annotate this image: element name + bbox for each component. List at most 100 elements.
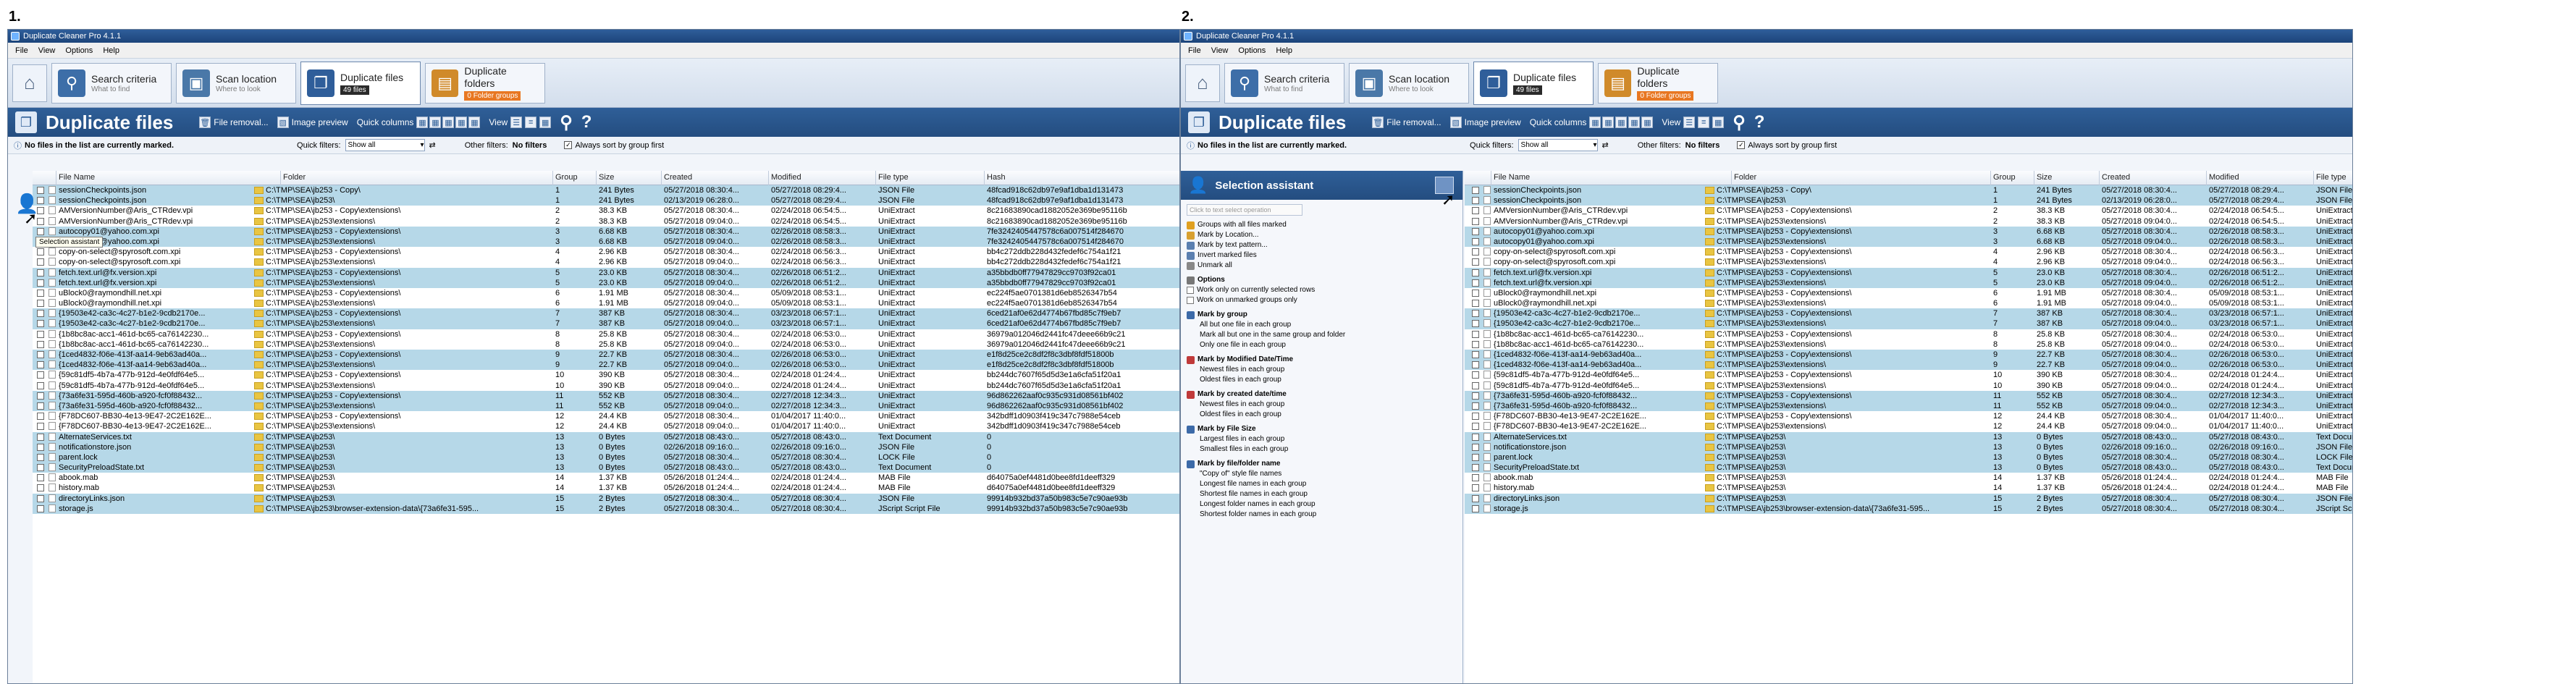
table-row[interactable]: {1ced4832-f06e-413f-aa14-9eb63ad40a... C:… <box>33 350 1179 360</box>
table-row[interactable]: directoryLinks.json C:\TMP\SEA\jb253\ 15 2 … <box>1465 493 2352 504</box>
table-row[interactable]: {1b8bc8ac-acc1-461d-bc65-ca76142230... C:… <box>1465 329 2352 339</box>
list-view-icon[interactable]: ≡ <box>1698 117 1710 128</box>
help-icon[interactable]: ? <box>581 112 592 132</box>
table-row[interactable]: {1ced4832-f06e-413f-aa14-9eb63ad40a... C:… <box>1465 350 2352 360</box>
table-row[interactable]: uBlock0@raymondhill.net.xpi C:\TMP\SEA\jb… <box>1465 287 2352 299</box>
table-row[interactable]: {19503e42-ca3c-4c27-b1e2-9cdb2170e... C:\… <box>1465 308 2352 319</box>
column-preset-5-icon[interactable]: ▦ <box>1641 117 1654 128</box>
details-view-icon[interactable]: ☰ <box>510 117 523 128</box>
operation-search-input[interactable]: Click to text select operation <box>1187 204 1302 216</box>
row-checkbox[interactable] <box>37 279 44 287</box>
row-checkbox[interactable] <box>1472 392 1479 400</box>
row-checkbox[interactable] <box>1472 258 1479 266</box>
row-checkbox[interactable] <box>1472 289 1479 297</box>
search-icon[interactable]: ⚲ <box>560 112 573 133</box>
row-checkbox[interactable] <box>1472 494 1479 502</box>
column-preset-2-icon[interactable]: ▦ <box>1602 117 1615 128</box>
row-checkbox[interactable] <box>1472 237 1479 245</box>
row-checkbox[interactable] <box>37 402 44 410</box>
column-preset-1-icon[interactable]: ▦ <box>1589 117 1601 128</box>
table-row[interactable]: autocopy01@yahoo.com.xpi C:\TMP\SEA\jb253… <box>1465 236 2352 248</box>
row-checkbox[interactable] <box>37 269 44 276</box>
table-row[interactable]: history.mab C:\TMP\SEA\jb253\ 14 1.37 KB 05/… <box>1465 483 2352 494</box>
row-checkbox[interactable] <box>37 289 44 297</box>
option-unmark-all[interactable]: Unmark all <box>1187 261 1457 271</box>
table-row[interactable]: AMVersionNumber@Aris_CTRdev.vpi C:\TMP\SE… <box>33 206 1179 216</box>
menu-options[interactable]: Options <box>65 46 93 55</box>
table-row[interactable]: parent.lock C:\TMP\SEA\jb253\ 13 0 Bytes 05/… <box>1465 452 2352 463</box>
table-row[interactable]: fetch.text.url@fx.version.xpi C:\TMP\SEA\… <box>33 277 1179 288</box>
table-row[interactable]: storage.js C:\TMP\SEA\jb253\browser-exten… <box>33 503 1179 514</box>
row-checkbox[interactable] <box>1472 402 1479 410</box>
table-row[interactable]: {59c81df5-4b7a-477b-912d-4e0fdf64e5... C:… <box>33 380 1179 391</box>
col-group-header[interactable]: Group <box>1993 173 2016 182</box>
row-checkbox[interactable] <box>1472 484 1479 492</box>
option-longest-folder-names-in-each-group[interactable]: Longest folder names in each group <box>1187 499 1457 510</box>
table-row[interactable]: {19503e42-ca3c-4c27-b1e2-9cdb2170e... C:\… <box>33 318 1179 329</box>
column-separator[interactable] <box>875 171 876 185</box>
table-row[interactable]: {73a6fe31-595d-460b-a920-fcf0f88432... C:… <box>33 390 1179 401</box>
column-preset-1-icon[interactable]: ▦ <box>416 117 429 128</box>
col-file-name-header[interactable]: File Name <box>1494 173 1530 182</box>
row-checkbox[interactable] <box>37 453 44 461</box>
table-row[interactable]: copy-on-select@spyrosoft.com.xpi C:\TMP\S… <box>1465 247 2352 258</box>
table-row[interactable]: fetch.text.url@fx.version.xpi C:\TMP\SEA\… <box>1465 267 2352 278</box>
row-checkbox[interactable] <box>1472 443 1479 451</box>
menu-file[interactable]: File <box>1188 46 1201 55</box>
quick-filters-select[interactable]: Show all ▾ <box>345 139 425 151</box>
row-checkbox[interactable] <box>37 423 44 431</box>
table-row[interactable]: {19503e42-ca3c-4c27-b1e2-9cdb2170e... C:\… <box>33 308 1179 319</box>
option-all-but-one-file-in-each-group[interactable]: All but one file in each group <box>1187 320 1457 330</box>
option-oldest-files-in-each-group[interactable]: Oldest files in each group <box>1187 410 1457 420</box>
option-smallest-files-in-each-group[interactable]: Smallest files in each group <box>1187 444 1457 455</box>
row-checkbox[interactable] <box>37 351 44 358</box>
column-preset-3-icon[interactable]: ▦ <box>442 117 455 128</box>
row-checkbox[interactable] <box>37 464 44 472</box>
row-checkbox[interactable] <box>1472 423 1479 431</box>
table-row[interactable]: AlternateServices.txt C:\TMP\SEA\jb253\ 13… <box>1465 431 2352 442</box>
table-row[interactable]: uBlock0@raymondhill.net.xpi C:\TMP\SEA\jb… <box>33 287 1179 299</box>
col-size-header[interactable]: Size <box>599 173 614 182</box>
table-row[interactable]: {73a6fe31-595d-460b-a920-fcf0f88432... C:… <box>1465 390 2352 401</box>
option-invert-marked-files[interactable]: Invert marked files <box>1187 250 1457 261</box>
row-checkbox[interactable] <box>1472 248 1479 256</box>
option-mark-by-text-pattern[interactable]: Mark by text pattern... <box>1187 240 1457 250</box>
table-row[interactable]: AlternateServices.txt C:\TMP\SEA\jb253\ 13… <box>33 431 1179 442</box>
row-checkbox[interactable] <box>1472 433 1479 441</box>
table-row[interactable]: {73a6fe31-595d-460b-a920-fcf0f88432... C:… <box>1465 400 2352 412</box>
filter-refresh-icon[interactable]: ⇄ <box>429 140 436 150</box>
help-icon[interactable]: ? <box>1754 112 1765 132</box>
results-grid[interactable]: File Name Folder Group Size Created Modified F… <box>33 171 1179 683</box>
tab-scan-location[interactable]: ▣ Scan location Where to look <box>1349 62 1469 104</box>
row-checkbox[interactable] <box>37 310 44 318</box>
col-folder-header[interactable]: Folder <box>1734 173 1756 182</box>
column-preset-5-icon[interactable]: ▦ <box>468 117 481 128</box>
option-groups-with-all-files-marked[interactable]: Groups with all files marked <box>1187 220 1457 230</box>
col-hash-header[interactable]: Hash <box>987 173 1006 182</box>
row-checkbox[interactable] <box>37 381 44 389</box>
table-row[interactable]: sessionCheckpoints.json C:\TMP\SEA\jb253\… <box>33 195 1179 206</box>
column-separator[interactable] <box>2099 171 2100 185</box>
row-checkbox[interactable] <box>1472 207 1479 215</box>
row-checkbox[interactable] <box>1472 381 1479 389</box>
row-checkbox[interactable] <box>37 494 44 502</box>
row-checkbox[interactable] <box>37 484 44 492</box>
column-separator[interactable] <box>1731 171 1732 185</box>
table-row[interactable]: history.mab C:\TMP\SEA\jb253\ 14 1.37 KB 05/… <box>33 483 1179 494</box>
column-separator[interactable] <box>2313 171 2314 185</box>
table-row[interactable]: parent.lock C:\TMP\SEA\jb253\ 13 0 Bytes 05/… <box>33 452 1179 463</box>
row-checkbox[interactable] <box>1472 279 1479 287</box>
option-checkbox[interactable] <box>1187 287 1194 294</box>
table-row[interactable]: uBlock0@raymondhill.net.xpi C:\TMP\SEA\jb… <box>33 298 1179 309</box>
table-row[interactable]: {1b8bc8ac-acc1-461d-bc65-ca76142230... C:… <box>1465 339 2352 350</box>
row-checkbox[interactable] <box>1472 453 1479 461</box>
option-mark-by-location[interactable]: Mark by Location... <box>1187 230 1457 240</box>
menu-options[interactable]: Options <box>1238 46 1266 55</box>
option-checkbox[interactable] <box>1187 297 1194 304</box>
row-checkbox[interactable] <box>1472 474 1479 482</box>
row-checkbox[interactable] <box>1472 340 1479 348</box>
table-row[interactable]: {59c81df5-4b7a-477b-912d-4e0fdf64e5... C:… <box>1465 370 2352 381</box>
option-largest-files-in-each-group[interactable]: Largest files in each group <box>1187 434 1457 444</box>
column-preset-2-icon[interactable]: ▦ <box>429 117 442 128</box>
table-row[interactable]: {1b8bc8ac-acc1-461d-bc65-ca76142230... C:… <box>33 329 1179 339</box>
